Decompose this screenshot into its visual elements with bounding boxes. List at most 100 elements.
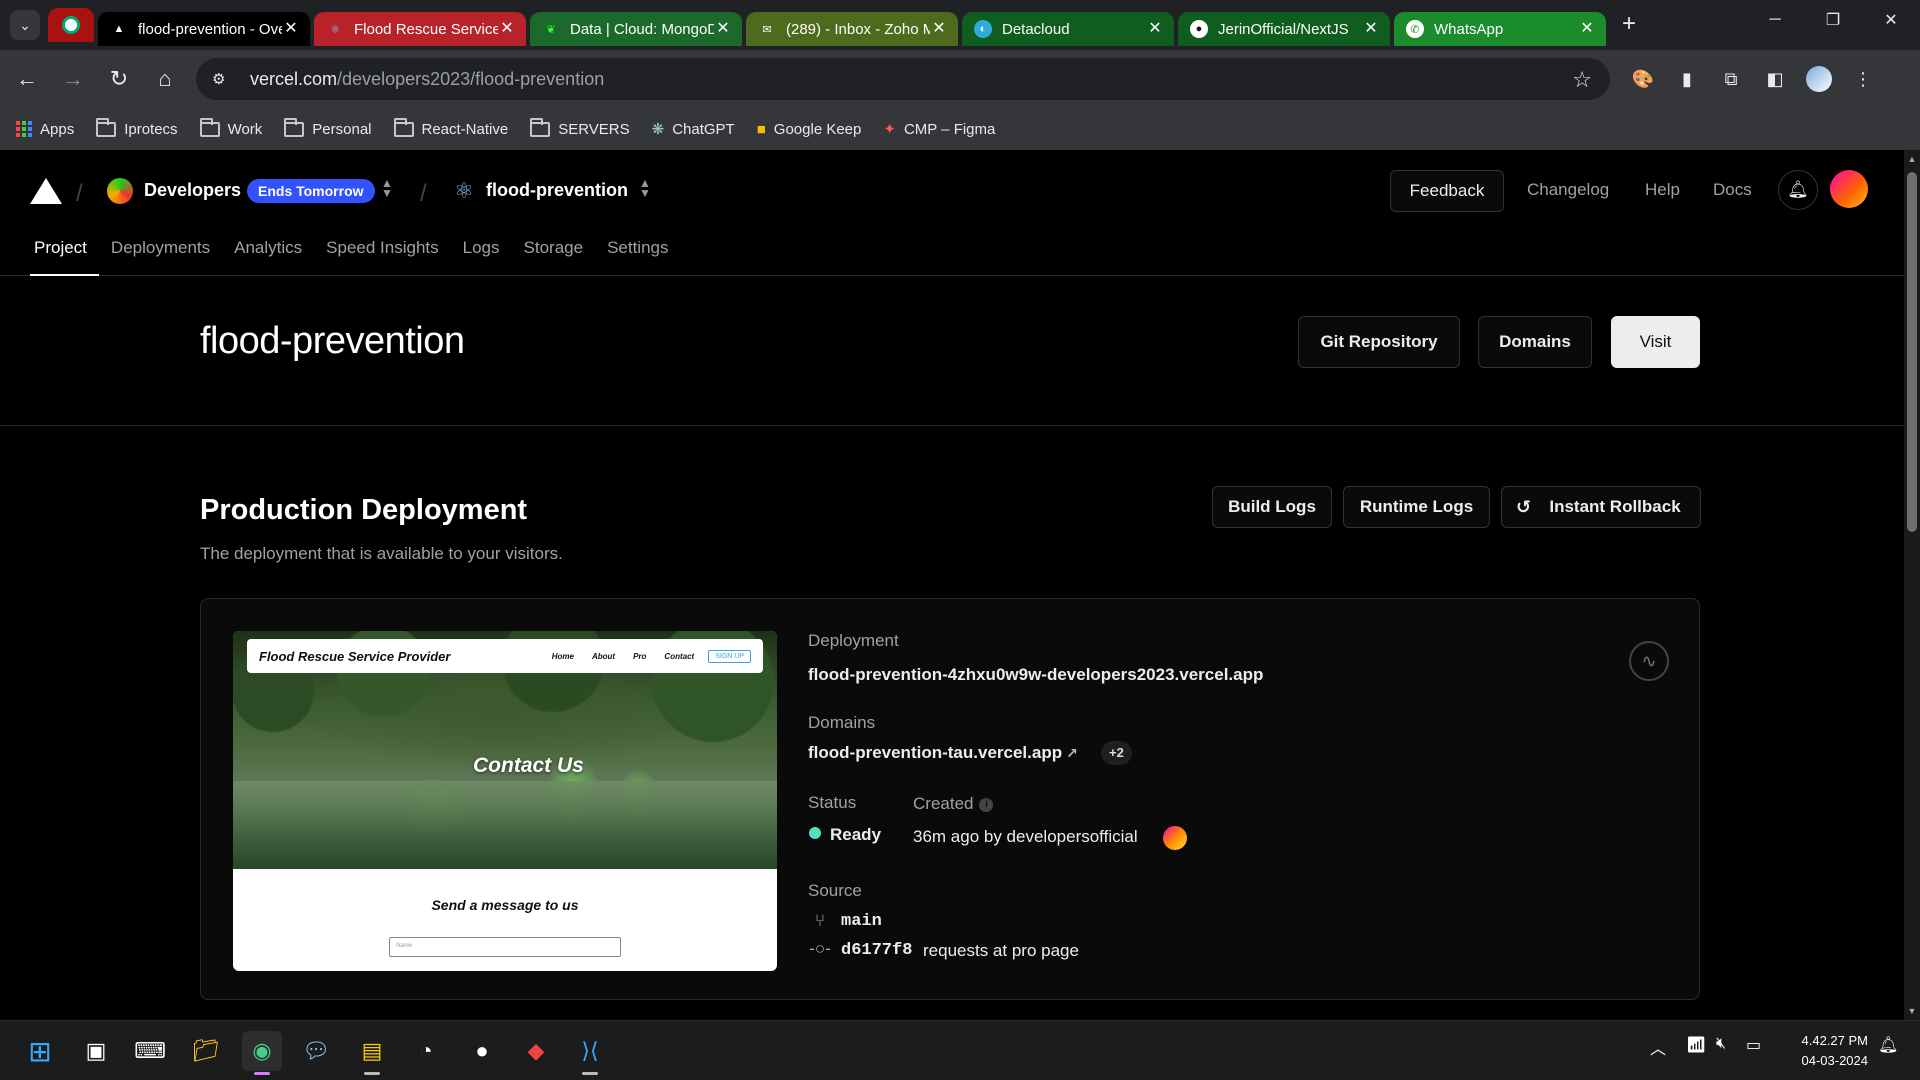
app-icon[interactable]: ◔: [406, 1031, 446, 1071]
git-repository-button[interactable]: Git Repository: [1298, 316, 1460, 368]
changelog-link[interactable]: Changelog: [1527, 180, 1609, 200]
bookmark-folder[interactable]: SERVERS: [530, 117, 630, 138]
git-icon[interactable]: ◆: [516, 1031, 556, 1071]
feedback-button[interactable]: Feedback: [1390, 170, 1504, 212]
commit-hash[interactable]: d6177f8: [841, 941, 912, 960]
scroll-down-arrow-icon[interactable]: ▼: [1907, 1006, 1917, 1016]
domain-link[interactable]: flood-prevention-tau.vercel.app ↗: [808, 743, 1078, 763]
restore-button[interactable]: ❐: [1804, 0, 1862, 40]
help-link[interactable]: Help: [1645, 180, 1680, 200]
extension-icon[interactable]: ▮: [1672, 64, 1702, 94]
page-scrollbar[interactable]: ▲ ▼: [1904, 150, 1920, 1020]
chat-icon[interactable]: 💬︎: [296, 1031, 336, 1071]
bookmark-figma[interactable]: ✦ CMP – Figma: [883, 120, 995, 139]
close-window-button[interactable]: ✕: [1862, 0, 1920, 40]
speaker-muted-icon[interactable]: 🔇︎: [1716, 1035, 1726, 1053]
profile-avatar[interactable]: [1804, 64, 1834, 94]
close-tab-icon[interactable]: ✕: [930, 20, 948, 38]
notification-bell-icon[interactable]: 🔔︎: [1878, 1035, 1898, 1055]
address-bar[interactable]: ⚙ vercel.com/developers2023/flood-preven…: [196, 58, 1610, 100]
battery-icon[interactable]: ▭: [1746, 1035, 1761, 1055]
tab-whatsapp[interactable]: ✆ WhatsApp ✕: [1394, 12, 1606, 46]
terminal-icon[interactable]: ⌨: [130, 1031, 170, 1071]
new-tab-button[interactable]: +: [1614, 10, 1644, 40]
menu-kebab-icon[interactable]: ⋮: [1848, 64, 1878, 94]
bookmark-apps[interactable]: Apps: [16, 121, 74, 138]
tab-settings[interactable]: Settings: [595, 234, 680, 276]
close-tab-icon[interactable]: ✕: [1362, 20, 1380, 38]
extension-icon[interactable]: 🎨: [1628, 64, 1658, 94]
info-icon[interactable]: i: [979, 798, 994, 812]
file-explorer-icon[interactable]: 📁︎: [186, 1031, 226, 1071]
more-domains-badge[interactable]: +2: [1101, 741, 1132, 765]
tab-project[interactable]: Project: [30, 234, 99, 276]
close-tab-icon[interactable]: ✕: [498, 20, 516, 38]
reload-button[interactable]: ↻: [100, 60, 138, 98]
preview-form-title: Send a message to us: [431, 897, 579, 913]
side-panel-icon[interactable]: ◧: [1760, 64, 1790, 94]
docs-link[interactable]: Docs: [1713, 180, 1752, 200]
team-switcher-chevron-icon[interactable]: ▲ ▼: [381, 177, 393, 199]
sticky-notes-icon[interactable]: ▤: [352, 1031, 392, 1071]
bookmark-folder[interactable]: Iprotecs: [96, 117, 178, 138]
scroll-up-arrow-icon[interactable]: ▲: [1907, 154, 1917, 164]
tab-speed-insights[interactable]: Speed Insights: [314, 234, 450, 276]
close-tab-icon[interactable]: ✕: [1578, 20, 1596, 38]
minimize-button[interactable]: ─: [1746, 0, 1804, 40]
visit-button[interactable]: Visit: [1611, 316, 1700, 368]
close-tab-icon[interactable]: ✕: [1146, 20, 1164, 38]
tab-storage[interactable]: Storage: [512, 234, 596, 276]
home-button[interactable]: ⌂: [146, 60, 184, 98]
vercel-logo-icon[interactable]: [30, 178, 62, 204]
runtime-logs-button[interactable]: Runtime Logs: [1343, 486, 1490, 528]
tab-github[interactable]: ● JerinOfficial/NextJS ✕: [1178, 12, 1390, 46]
tab-analytics[interactable]: Analytics: [222, 234, 314, 276]
task-view-icon[interactable]: ▣: [76, 1031, 116, 1071]
status-value: Ready: [830, 825, 882, 844]
wifi-icon[interactable]: 📶︎: [1686, 1035, 1706, 1055]
close-tab-icon[interactable]: ✕: [714, 20, 732, 38]
scrollbar-thumb[interactable]: [1907, 172, 1917, 532]
activity-pulse-icon[interactable]: ∿: [1629, 641, 1669, 681]
notifications-bell-icon[interactable]: 🔔︎: [1778, 170, 1818, 210]
branch-name[interactable]: main: [841, 912, 882, 931]
tab-detacloud[interactable]: ◐ Detacloud ✕: [962, 12, 1174, 46]
tab-deployments[interactable]: Deployments: [99, 234, 222, 276]
windows-start-icon[interactable]: ⊞: [20, 1031, 60, 1071]
deployment-url[interactable]: flood-prevention-4zhxu0w9w-developers202…: [808, 665, 1263, 685]
bookmark-google-keep[interactable]: ■ Google Keep: [757, 121, 862, 138]
bookmark-star-icon[interactable]: ☆: [1572, 67, 1592, 93]
team-avatar[interactable]: [107, 178, 133, 204]
puzzle-icon[interactable]: ⧉: [1716, 64, 1746, 94]
tab-flood-rescue[interactable]: ⚛ Flood Rescue Service Provider ✕: [314, 12, 526, 46]
creator-avatar[interactable]: [1163, 826, 1187, 850]
bookmark-folder[interactable]: Personal: [284, 117, 372, 138]
close-tab-icon[interactable]: ✕: [282, 20, 300, 38]
instant-rollback-button[interactable]: ↺ Instant Rollback: [1501, 486, 1701, 528]
url-path: /developers2023/flood-prevention: [337, 68, 605, 89]
chrome-icon[interactable]: ◉: [242, 1031, 282, 1071]
tab-mongodb[interactable]: ❦ Data | Cloud: MongoDB Cloud ✕: [530, 12, 742, 46]
build-logs-button[interactable]: Build Logs: [1212, 486, 1332, 528]
tab-search-button[interactable]: ⌄: [10, 10, 40, 40]
tab-logs[interactable]: Logs: [451, 234, 512, 276]
tab-vercel[interactable]: ▲ flood-prevention - Overview ✕: [98, 12, 310, 46]
tray-overflow-chevron-icon[interactable]: ︿: [1650, 1035, 1666, 1059]
domains-button[interactable]: Domains: [1478, 316, 1592, 368]
project-switcher-chevron-icon[interactable]: ▲ ▼: [639, 177, 651, 199]
back-button[interactable]: ←: [8, 60, 46, 98]
team-name[interactable]: Developers: [144, 180, 241, 201]
user-avatar[interactable]: [1830, 170, 1868, 208]
bookmark-chatgpt[interactable]: ❋ ChatGPT: [652, 120, 735, 139]
vscode-icon[interactable]: ⟩⟨: [570, 1031, 610, 1071]
pinned-tab-chatgpt[interactable]: [48, 8, 94, 42]
github-desktop-icon[interactable]: ●: [462, 1031, 502, 1071]
bookmark-folder[interactable]: React-Native: [393, 117, 508, 138]
deployment-preview[interactable]: Flood Rescue Service Provider Home About…: [233, 631, 777, 971]
project-name[interactable]: flood-prevention: [486, 180, 628, 201]
tab-zoho-mail[interactable]: ✉ (289) - Inbox - Zoho Mail ✕: [746, 12, 958, 46]
bookmark-folder[interactable]: Work: [199, 117, 262, 138]
site-info-icon[interactable]: ⚙: [212, 70, 238, 88]
system-clock[interactable]: 4.42.27 PM 04-03-2024: [1788, 1031, 1869, 1071]
forward-button[interactable]: →: [54, 60, 92, 98]
